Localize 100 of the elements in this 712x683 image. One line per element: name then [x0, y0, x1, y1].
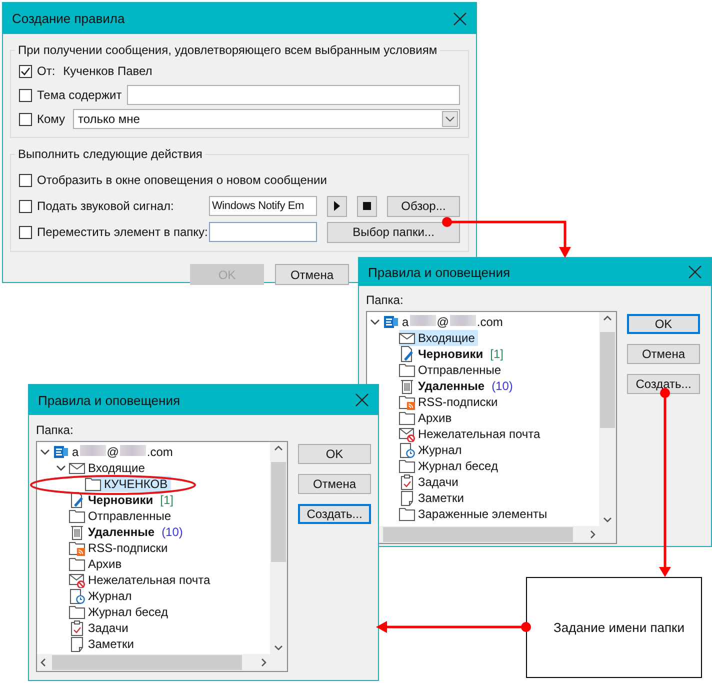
folder-field[interactable]: [209, 222, 317, 242]
dialog-button[interactable]: Отмена: [275, 264, 349, 285]
group-title: Выполнить следующие действия: [17, 147, 204, 161]
folder-item[interactable]: RSS-подписки: [69, 540, 171, 556]
folder-item[interactable]: Заметки: [399, 490, 467, 506]
condition-label: Кому: [37, 112, 66, 126]
close-button[interactable]: [687, 264, 703, 280]
folder-item[interactable]: Удаленные (10): [399, 378, 516, 394]
account-icon: [383, 314, 399, 330]
folder-item[interactable]: Журнал бесед: [69, 604, 171, 620]
chevron-icon[interactable]: [370, 317, 380, 327]
folder-item[interactable]: Архив: [399, 410, 455, 426]
scroll-down-icon: [603, 517, 612, 523]
checkbox[interactable]: [19, 112, 32, 126]
vertical-scrollbar[interactable]: [270, 442, 287, 654]
item-count: [1]: [490, 347, 504, 361]
window-title: Создание правила: [12, 11, 125, 26]
junk-mail-icon: [69, 572, 85, 588]
scroll-right-icon: [261, 658, 267, 667]
folder-item[interactable]: Отправленные: [69, 508, 174, 524]
chevron-icon[interactable]: [40, 447, 50, 457]
folder-item[interactable]: Нежелательная почта: [69, 572, 214, 588]
scroll-down-icon: [274, 645, 283, 651]
folder-item[interactable]: Входящие: [69, 460, 148, 476]
dialog-button[interactable]: Отмена: [298, 474, 371, 494]
action-label: Подать звуковой сигнал:: [37, 199, 174, 213]
sender-name: Кученков Павел: [63, 64, 152, 78]
folder-item[interactable]: RSS-подписки: [399, 394, 501, 410]
checkbox[interactable]: [19, 88, 32, 102]
horizontal-scrollbar[interactable]: [37, 654, 270, 671]
checkbox[interactable]: [19, 64, 32, 78]
chevron-icon[interactable]: [56, 463, 66, 473]
folder-item[interactable]: Журнал: [399, 442, 465, 458]
choose-folder-button[interactable]: Выбор папки...: [327, 222, 460, 242]
account-icon: [53, 444, 69, 460]
rss-folder-icon: [399, 394, 415, 410]
annotation-text: Задание имени папки: [554, 620, 684, 635]
scroll-up-icon: [603, 315, 612, 321]
dialog-button[interactable]: Создать...: [298, 504, 371, 524]
folder-item[interactable]: Задачи: [399, 474, 462, 490]
close-button[interactable]: [452, 10, 468, 26]
folder-item[interactable]: Журнал: [69, 588, 135, 604]
checkbox[interactable]: [19, 174, 32, 186]
folder-item[interactable]: Нежелательная почта: [399, 426, 544, 442]
dialog-button[interactable]: OK: [298, 444, 371, 464]
sound-field[interactable]: Windows Notify Em: [209, 196, 317, 216]
play-button[interactable]: [327, 196, 347, 216]
stop-button[interactable]: [357, 196, 377, 216]
folder-item[interactable]: Зараженные элементы: [399, 506, 550, 522]
folder-item[interactable]: КУЧЕНКОВ: [85, 476, 171, 492]
dialog-button[interactable]: OK: [627, 314, 700, 334]
action-label: Переместить элемент в папку:: [37, 225, 208, 239]
junk-mail-icon: [399, 426, 415, 442]
clipboard-check-icon: [69, 620, 85, 636]
folder-label: Папка:: [366, 293, 404, 307]
folder-item[interactable]: Черновики [1]: [69, 492, 176, 508]
dropdown-chevron-icon: [445, 116, 455, 122]
folder-item[interactable]: Задачи: [69, 620, 132, 636]
envelope-icon: [399, 330, 415, 346]
folder-label: Папка:: [36, 423, 74, 437]
trash-icon: [69, 524, 85, 540]
folder-item[interactable]: Отправленные: [399, 362, 504, 378]
subject-field[interactable]: [127, 85, 460, 105]
checkbox[interactable]: [19, 226, 32, 238]
folder-item[interactable]: Архив: [69, 556, 125, 572]
scroll-right-icon: [590, 530, 596, 539]
folder-item[interactable]: Черновики [1]: [399, 346, 506, 362]
action-label: Отобразить в окне оповещения о новом сообщении: [37, 173, 327, 187]
dialog-button[interactable]: Отмена: [627, 344, 700, 364]
checkbox[interactable]: [19, 200, 32, 212]
envelope-icon: [69, 460, 85, 476]
recipient-dropdown[interactable]: только мне: [73, 109, 460, 129]
account-item[interactable]: a @ .com: [383, 314, 506, 330]
folder-item[interactable]: Заметки: [69, 636, 137, 652]
folder-icon: [399, 458, 415, 474]
browse-button[interactable]: Обзор...: [387, 196, 460, 216]
folder-icon: [399, 506, 415, 522]
journal-clock-icon: [69, 588, 85, 604]
dialog-button[interactable]: Создать...: [627, 374, 700, 394]
window-title: Правила и оповещения: [368, 264, 510, 280]
condition-label: Тема содержит: [37, 88, 122, 102]
folder-icon: [85, 476, 101, 492]
close-button[interactable]: [354, 392, 370, 408]
item-count: [1]: [160, 493, 174, 507]
folder-icon: [69, 508, 85, 524]
folder-item[interactable]: Удаленные (10): [69, 524, 186, 540]
condition-label: От:: [37, 64, 56, 78]
folder-item[interactable]: Журнал бесед: [399, 458, 501, 474]
stop-icon: [363, 202, 371, 210]
folder-item[interactable]: Входящие: [399, 330, 478, 346]
account-item[interactable]: a @ .com: [53, 444, 176, 460]
clipboard-check-icon: [399, 474, 415, 490]
note-page-icon: [399, 490, 415, 506]
folder-icon: [69, 604, 85, 620]
vertical-scrollbar[interactable]: [599, 312, 616, 526]
window-title: Правила и оповещения: [38, 392, 180, 408]
journal-clock-icon: [399, 442, 415, 458]
draft-pencil-icon: [399, 346, 415, 362]
folder-icon: [399, 410, 415, 426]
folder-icon: [69, 556, 85, 572]
